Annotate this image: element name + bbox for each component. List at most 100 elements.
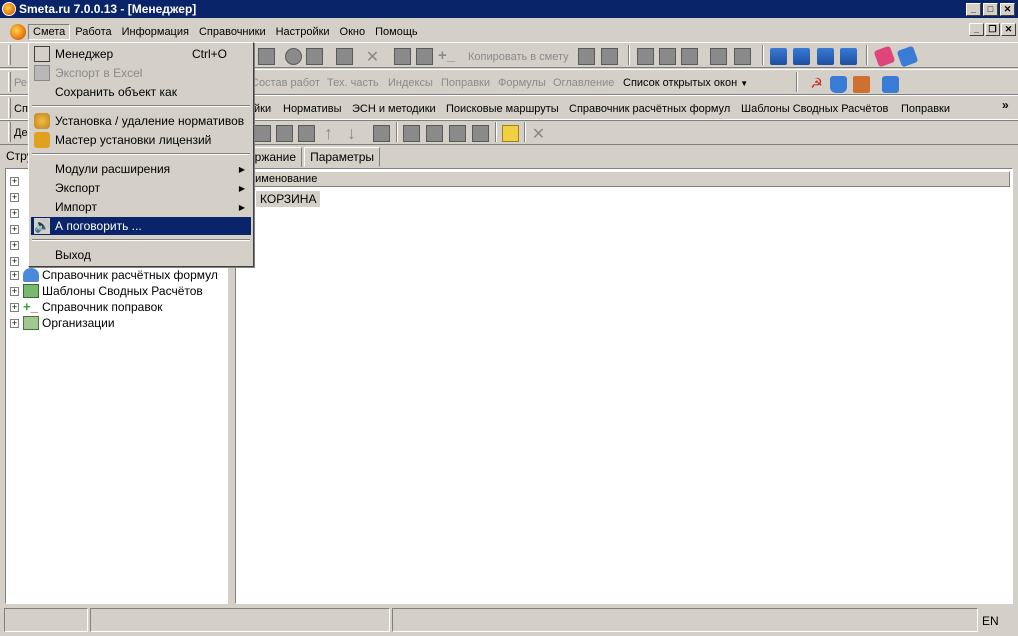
arrow-up-icon[interactable]: ↑ [320, 123, 337, 143]
directory-settings-link[interactable]: йки [254, 103, 271, 115]
toolbar-grip[interactable] [8, 98, 11, 118]
menu-smeta[interactable]: Смета [28, 23, 71, 40]
menu-item-license-wizard[interactable]: Мастер установки лицензий [31, 131, 251, 149]
normativy-link[interactable]: Нормативы [283, 103, 342, 115]
toolbar-disabled-icon[interactable] [336, 48, 353, 65]
expand-icon[interactable]: + [10, 270, 19, 280]
new-folder-icon[interactable] [502, 125, 519, 142]
tree-node-corrections[interactable]: + +_ Справочник поправок [10, 299, 163, 315]
toolbar-grip[interactable] [8, 45, 11, 65]
app-icon[interactable] [2, 2, 16, 16]
menu-item-export[interactable]: Экспорт ▶ [31, 179, 251, 197]
expand-icon[interactable]: + [10, 318, 19, 328]
corrections-link[interactable]: Поправки [901, 103, 950, 115]
eraser-icon[interactable] [873, 45, 896, 68]
expand-icon[interactable]: + [10, 256, 19, 266]
tree-node[interactable]: + [10, 189, 23, 205]
menu-item-import[interactable]: Импорт ▶ [31, 198, 251, 216]
formulas-button[interactable]: Формулы [498, 77, 546, 89]
menu-pomoshch[interactable]: Помощь [370, 24, 423, 40]
toolbar-disabled-icon[interactable] [403, 125, 420, 142]
machine-icon[interactable] [830, 76, 847, 93]
menu-informatsiya[interactable]: Информация [117, 24, 194, 40]
menu-okno[interactable]: Окно [335, 24, 371, 40]
toolbar-grip[interactable] [8, 72, 11, 92]
tree-node[interactable]: + [10, 205, 23, 221]
toolbar-disabled-icon[interactable] [449, 125, 466, 142]
maximize-button[interactable]: □ [983, 2, 998, 16]
outdent-icon[interactable] [793, 48, 810, 65]
toolbar-disabled-icon[interactable] [276, 125, 293, 142]
menu-item-exit[interactable]: Выход [31, 246, 251, 264]
tech-chast-button[interactable]: Тех. часть [327, 77, 379, 89]
expand-icon[interactable]: + [10, 224, 19, 234]
toolbar-disabled-icon[interactable] [258, 48, 275, 65]
toolbar-disabled-icon[interactable] [637, 48, 654, 65]
truck-icon[interactable] [882, 76, 899, 93]
bricks-icon[interactable] [853, 76, 870, 93]
esn-link[interactable]: ЭСН и методики [352, 103, 436, 115]
delete-icon[interactable]: ✕ [530, 124, 547, 143]
tree-node[interactable]: + [10, 173, 23, 189]
menu-item-save-as[interactable]: Сохранить объект как [31, 83, 251, 101]
menu-item-manager[interactable]: Менеджер Ctrl+O [31, 45, 251, 63]
toolbar-disabled-icon[interactable] [681, 48, 698, 65]
book-icon[interactable] [896, 45, 919, 68]
toolbar-disabled-icon[interactable] [426, 125, 443, 142]
menu-item-talk[interactable]: 🔊 А поговорить ... [31, 217, 251, 235]
move-up-icon[interactable] [840, 48, 857, 65]
search-routes-link[interactable]: Поисковые маршруты [446, 103, 559, 115]
templates-link[interactable]: Шаблоны Сводных Расчётов [741, 103, 888, 115]
menu-nastroyki[interactable]: Настройки [271, 24, 335, 40]
expand-icon[interactable]: + [10, 192, 19, 202]
toolbar-disabled-icon[interactable] [285, 48, 302, 65]
formulas-directory-link[interactable]: Справочник расчётных формул [569, 103, 730, 115]
open-windows-dropdown[interactable]: Список открытых окон ▼ [623, 77, 748, 89]
menu-spravochniki[interactable]: Справочники [194, 24, 271, 40]
toolbar-disabled-icon[interactable] [298, 125, 315, 142]
toolbar-disabled-icon[interactable] [601, 48, 618, 65]
indent-icon[interactable] [770, 48, 787, 65]
hammer-icon[interactable]: ☭ [808, 75, 825, 92]
toolbar-disabled-icon[interactable] [254, 125, 271, 142]
expand-icon[interactable]: + [10, 286, 19, 296]
tree-node-organizations[interactable]: + Организации [10, 315, 115, 331]
tree-node[interactable]: + [10, 237, 23, 253]
document-app-icon[interactable] [10, 23, 26, 40]
toolbar-grip[interactable] [8, 122, 11, 142]
sostav-rabot-button[interactable]: Состав работ [251, 77, 320, 89]
basket-row[interactable]: КОРЗИНА [256, 191, 321, 207]
toolbar-disabled-icon[interactable] [394, 48, 411, 65]
tab-parameters[interactable]: Параметры [304, 147, 381, 167]
name-column-header[interactable]: аименование [238, 171, 1010, 187]
tree-node-formulas[interactable]: + Справочник расчётных формул [10, 267, 218, 283]
mdi-restore-button[interactable]: ❐ [985, 23, 1000, 36]
mdi-close-button[interactable]: ✕ [1001, 23, 1016, 36]
close-button[interactable]: ✕ [1000, 2, 1015, 16]
indexes-button[interactable]: Индексы [388, 77, 433, 89]
toolbar-disabled-icon[interactable] [578, 48, 595, 65]
popravki-button[interactable]: Поправки [441, 77, 490, 89]
toolbar-disabled-icon[interactable] [710, 48, 727, 65]
menu-item-install-normatives[interactable]: Установка / удаление нормативов [31, 112, 251, 130]
expand-icon[interactable]: + [10, 176, 19, 186]
mdi-minimize-button[interactable]: _ [969, 23, 984, 36]
oglavlenie-button[interactable]: Оглавление [553, 77, 614, 89]
expand-icon[interactable]: + [10, 302, 19, 312]
add-icon[interactable]: +_ [438, 47, 455, 64]
toolbar-disabled-icon[interactable] [734, 48, 751, 65]
expand-icon[interactable]: + [10, 240, 19, 250]
toolbar-disabled-icon[interactable] [416, 48, 433, 65]
toolbar-disabled-icon[interactable] [659, 48, 676, 65]
toolbar-disabled-icon[interactable] [472, 125, 489, 142]
menu-rabota[interactable]: Работа [70, 24, 116, 40]
move-down-icon[interactable] [817, 48, 834, 65]
tree-node[interactable]: + [10, 221, 23, 237]
menu-item-extensions[interactable]: Модули расширения ▶ [31, 160, 251, 178]
tree-node-templates[interactable]: + Шаблоны Сводных Расчётов [10, 283, 203, 299]
minimize-button[interactable]: _ [966, 2, 981, 16]
arrow-down-icon[interactable]: ↓ [343, 123, 360, 143]
menu-item-export-excel[interactable]: Экспорт в Excel [31, 64, 251, 82]
percent-icon[interactable] [373, 125, 390, 142]
expand-icon[interactable]: + [10, 208, 19, 218]
